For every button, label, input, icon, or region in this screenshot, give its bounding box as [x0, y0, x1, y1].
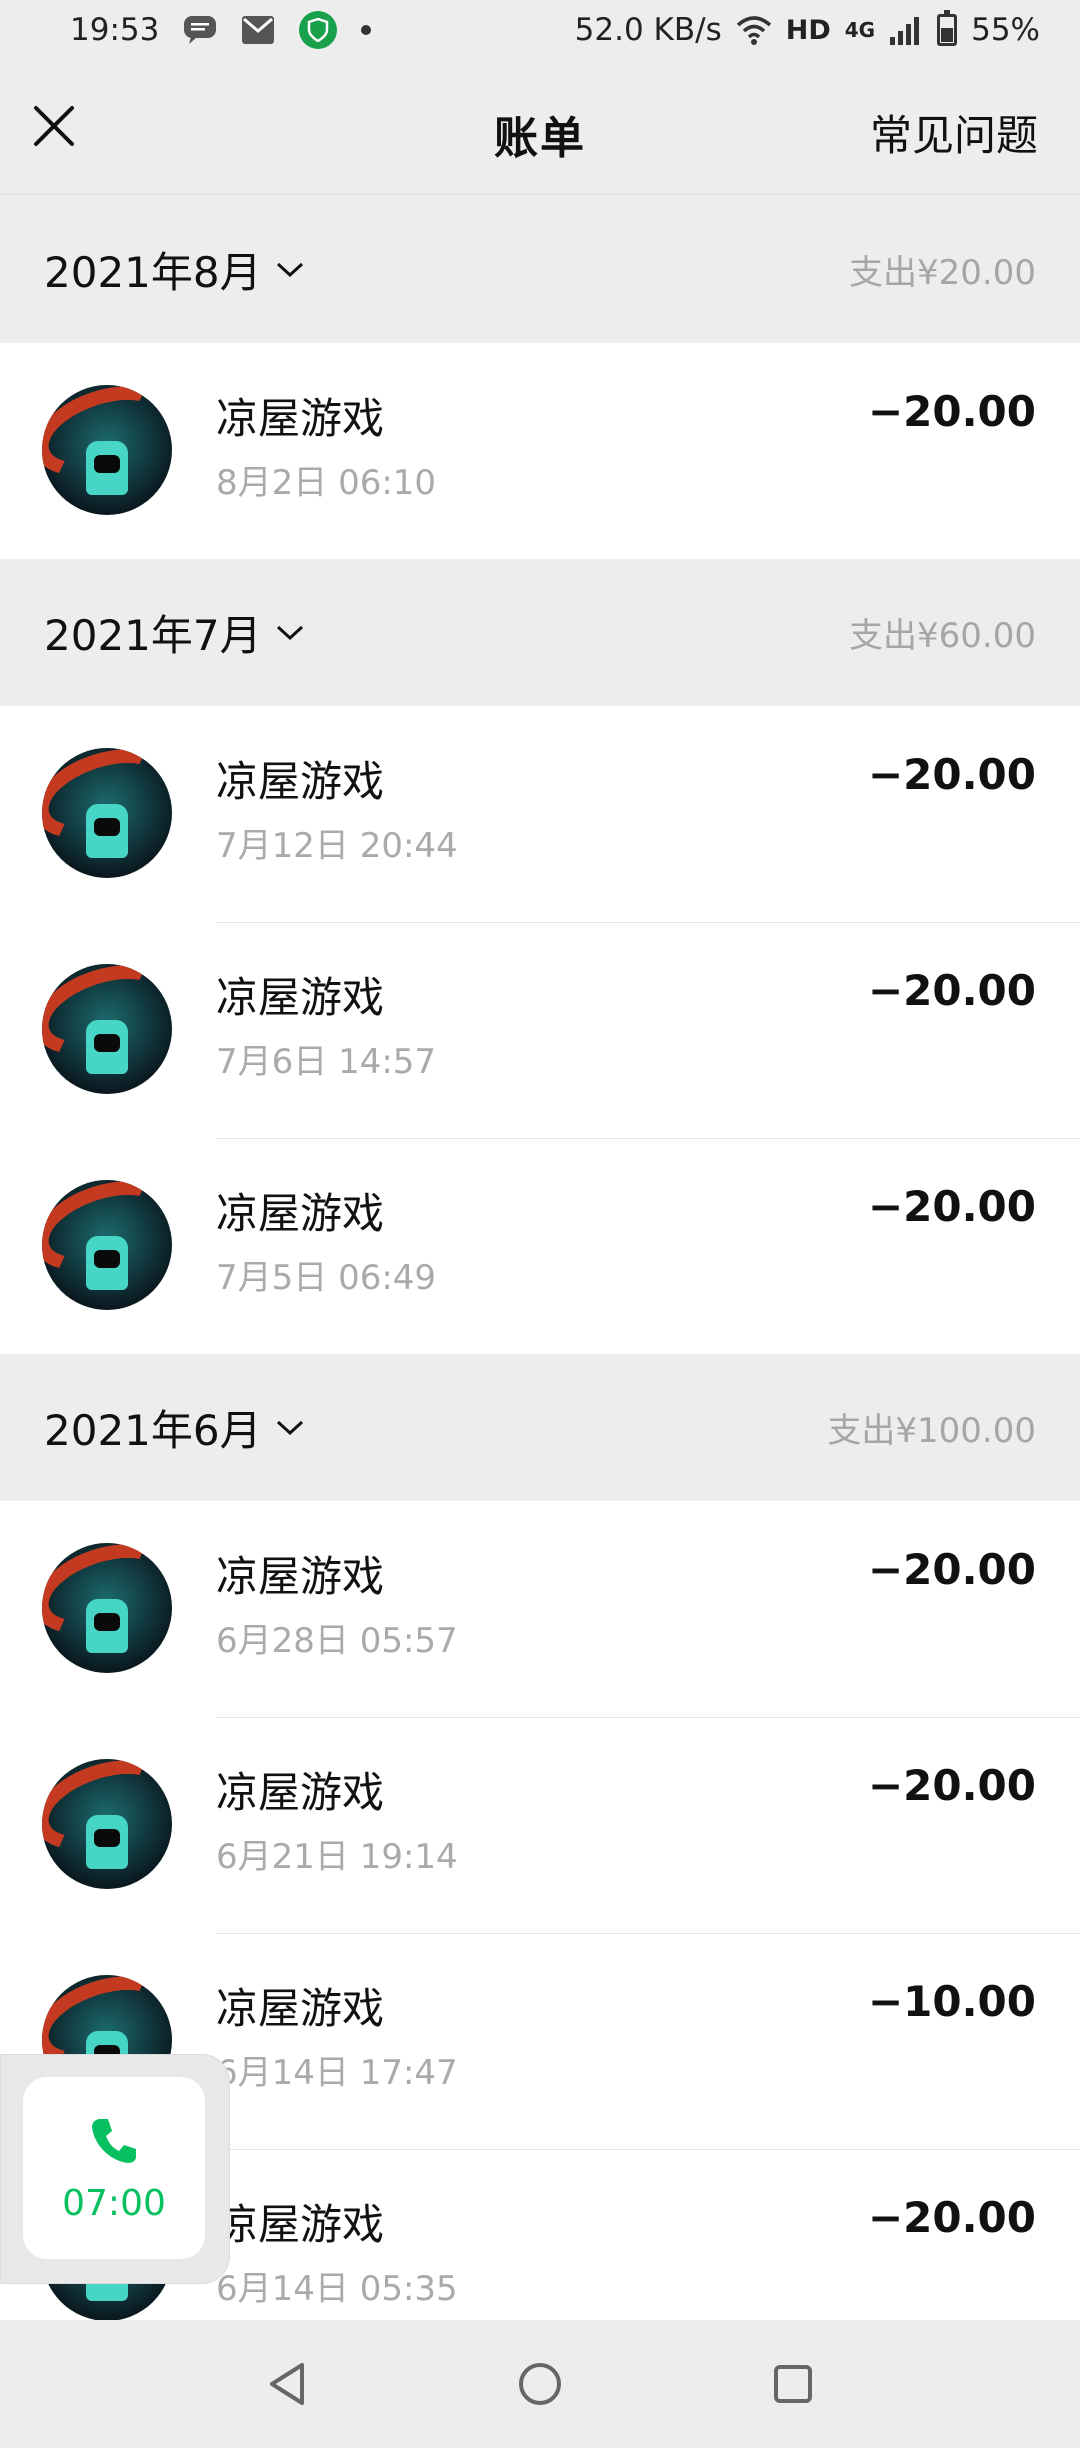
bill-item[interactable]: 凉屋游戏 7月5日 06:49 −20.00 — [0, 1138, 1080, 1354]
month-header[interactable]: 2021年8月 支出¥20.00 — [0, 196, 1080, 343]
merchant-name: 凉屋游戏 — [216, 973, 385, 1022]
chevron-down-icon — [276, 262, 303, 277]
merchant-name: 凉屋游戏 — [216, 1189, 385, 1238]
signal-icon — [889, 15, 923, 45]
transaction-time: 7月12日 20:44 — [216, 826, 458, 866]
game-avatar-icon — [42, 385, 172, 515]
back-button[interactable] — [252, 2349, 322, 2419]
merchant-name: 凉屋游戏 — [216, 1984, 385, 2033]
message-icon — [183, 15, 217, 45]
bill-item[interactable]: 凉屋游戏 6月21日 19:14 −20.00 — [0, 1717, 1080, 1933]
transaction-amount: −20.00 — [867, 1545, 1036, 1594]
home-circle-icon — [518, 2363, 561, 2405]
month-total: 支出¥20.00 — [849, 253, 1036, 293]
back-triangle-icon — [269, 2363, 304, 2405]
merchant-name: 凉屋游戏 — [216, 1768, 385, 1817]
month-label: 2021年6月 — [44, 1406, 262, 1455]
notification-dot-icon — [361, 25, 372, 35]
faq-link[interactable]: 常见问题 — [870, 102, 1038, 163]
status-time: 19:53 — [70, 12, 160, 48]
transaction-time: 6月14日 17:47 — [216, 2053, 458, 2093]
bill-item[interactable]: 凉屋游戏 6月28日 05:57 −20.00 — [0, 1501, 1080, 1717]
signal-type-label: 4G — [844, 18, 876, 42]
month-label: 2021年7月 — [44, 611, 262, 660]
game-avatar-icon — [42, 1180, 172, 1310]
month-selector[interactable]: 2021年6月 — [44, 1397, 304, 1458]
transaction-time: 7月5日 06:49 — [216, 1258, 437, 1298]
game-avatar-icon — [42, 1759, 172, 1889]
recents-button[interactable] — [758, 2349, 828, 2419]
mail-icon — [241, 15, 275, 45]
bill-item[interactable]: 凉屋游戏 8月2日 06:10 −20.00 — [0, 343, 1080, 559]
merchant-name: 凉屋游戏 — [216, 1552, 385, 1601]
month-header[interactable]: 2021年6月 支出¥100.00 — [0, 1354, 1080, 1501]
month-section: 凉屋游戏 7月12日 20:44 −20.00 凉屋游戏 7月6日 14:57 … — [0, 706, 1080, 1354]
transaction-time: 6月21日 19:14 — [216, 1837, 458, 1877]
transaction-time: 6月28日 05:57 — [216, 1621, 458, 1661]
system-nav-bar — [0, 2320, 1080, 2448]
call-duration: 07:00 — [62, 2182, 166, 2224]
merchant-name: 凉屋游戏 — [216, 757, 385, 806]
home-button[interactable] — [505, 2349, 575, 2419]
transaction-time: 8月2日 06:10 — [216, 463, 437, 503]
bill-list[interactable]: 2021年8月 支出¥20.00 凉屋游戏 8月2日 06:10 −20.00 … — [0, 196, 1080, 2320]
status-bar: 19:53 52.0 KB/s HD 4G 55% — [0, 0, 1080, 60]
security-shield-icon — [299, 11, 338, 49]
month-label: 2021年8月 — [44, 248, 262, 297]
chevron-down-icon — [276, 625, 303, 640]
battery-percent: 55% — [971, 12, 1040, 48]
chevron-down-icon — [276, 1420, 303, 1435]
month-selector[interactable]: 2021年8月 — [44, 239, 304, 300]
transaction-amount: −10.00 — [867, 1977, 1036, 2026]
game-avatar-icon — [42, 748, 172, 878]
recents-square-icon — [774, 2365, 813, 2403]
transaction-amount: −20.00 — [867, 2193, 1036, 2242]
transaction-amount: −20.00 — [867, 750, 1036, 799]
month-selector[interactable]: 2021年7月 — [44, 602, 304, 663]
call-card[interactable]: 07:00 — [23, 2077, 205, 2259]
month-header[interactable]: 2021年7月 支出¥60.00 — [0, 559, 1080, 706]
transaction-amount: −20.00 — [867, 1761, 1036, 1810]
transaction-amount: −20.00 — [867, 387, 1036, 436]
network-speed: 52.0 KB/s — [574, 12, 722, 48]
bill-item[interactable]: 凉屋游戏 7月12日 20:44 −20.00 — [0, 706, 1080, 922]
merchant-name: 凉屋游戏 — [216, 394, 385, 443]
app-header: 账单 常见问题 — [0, 60, 1080, 195]
floating-call-widget[interactable]: 07:00 — [0, 2054, 230, 2284]
game-avatar-icon — [42, 1543, 172, 1673]
transaction-amount: −20.00 — [867, 966, 1036, 1015]
phone-icon — [92, 2118, 136, 2163]
battery-icon — [937, 10, 958, 46]
month-total: 支出¥100.00 — [827, 1411, 1036, 1451]
month-section: 凉屋游戏 8月2日 06:10 −20.00 — [0, 343, 1080, 559]
transaction-time: 7月6日 14:57 — [216, 1042, 437, 1082]
transaction-amount: −20.00 — [867, 1182, 1036, 1231]
hd-label: HD — [785, 14, 831, 46]
bill-item[interactable]: 凉屋游戏 7月6日 14:57 −20.00 — [0, 922, 1080, 1138]
transaction-time: 6月14日 05:35 — [216, 2269, 458, 2309]
wifi-icon — [736, 15, 772, 45]
merchant-name: 凉屋游戏 — [216, 2200, 385, 2249]
month-total: 支出¥60.00 — [849, 616, 1036, 656]
game-avatar-icon — [42, 964, 172, 1094]
